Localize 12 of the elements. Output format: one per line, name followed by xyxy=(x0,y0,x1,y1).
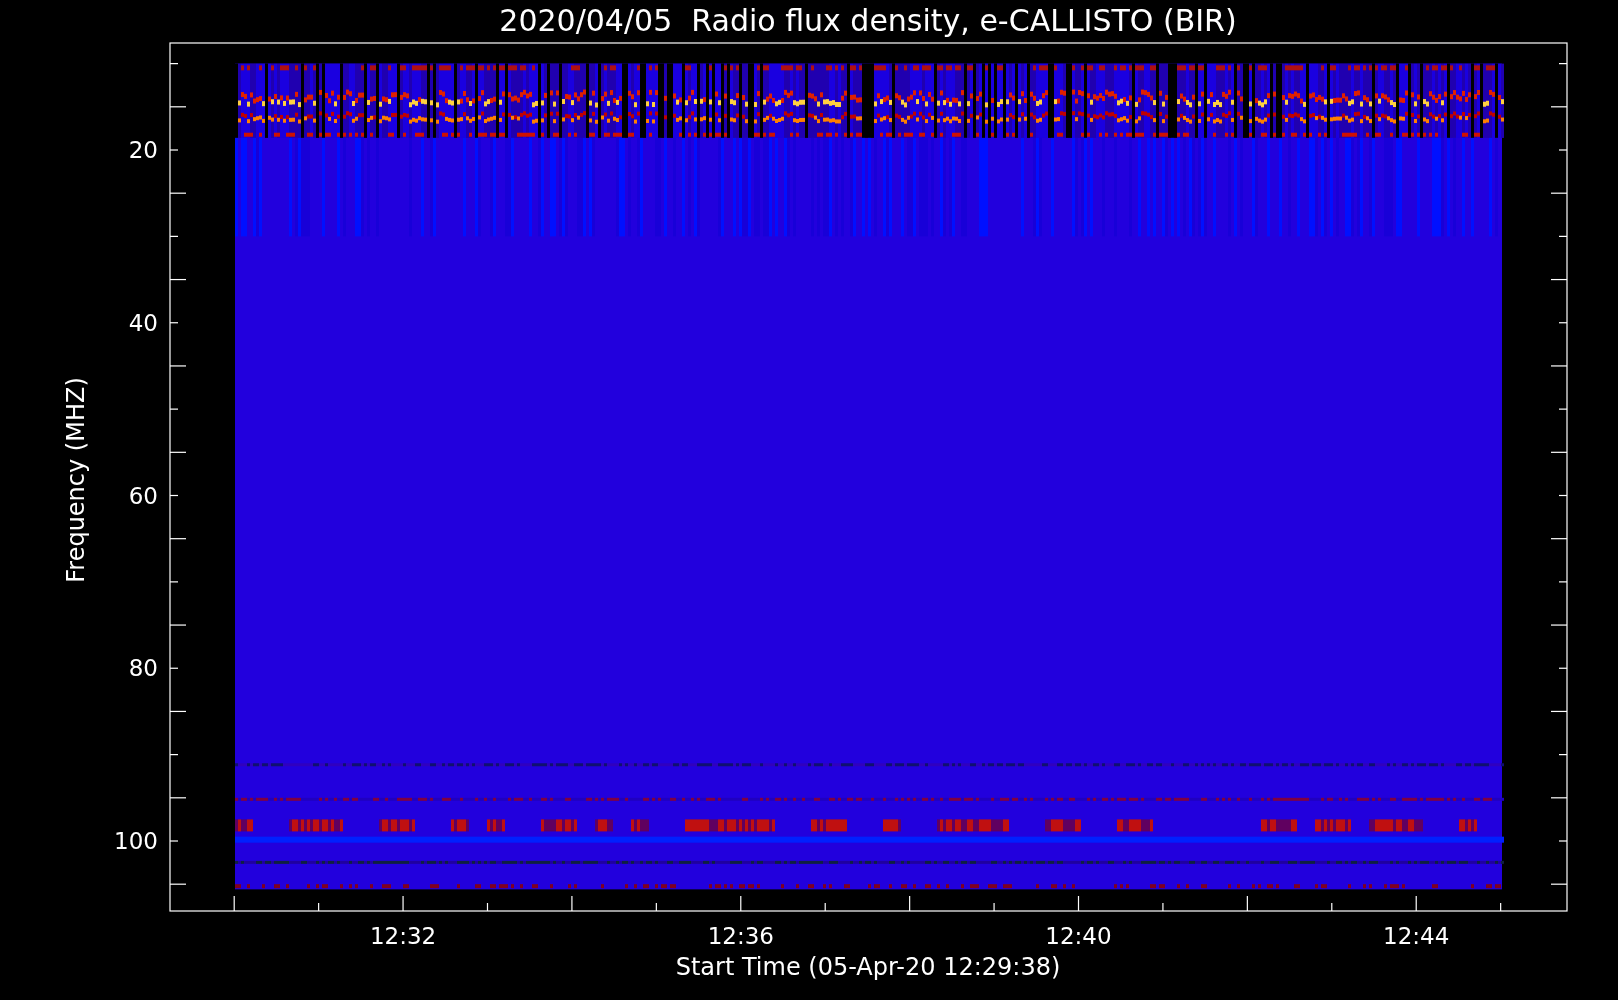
x-tick-label: 12:40 xyxy=(1045,923,1112,949)
y-tick-label: 80 xyxy=(128,655,158,682)
x-tick-label: 12:36 xyxy=(707,923,774,949)
y-axis-label: Frequency (MHZ) xyxy=(62,377,90,583)
y-tick-label: 100 xyxy=(114,828,158,854)
x-tick-label: 12:32 xyxy=(369,923,437,949)
x-tick-label: 12:44 xyxy=(1383,923,1450,949)
x-axis-label: Start Time (05-Apr-20 12:29:38) xyxy=(675,953,1061,981)
y-tick-label: 60 xyxy=(128,482,158,509)
y-tick-label: 20 xyxy=(128,137,158,163)
y-tick-label: 40 xyxy=(128,309,158,336)
chart-title: 2020/04/05 Radio flux density, e-CALLISTO (BIR) xyxy=(499,3,1237,38)
